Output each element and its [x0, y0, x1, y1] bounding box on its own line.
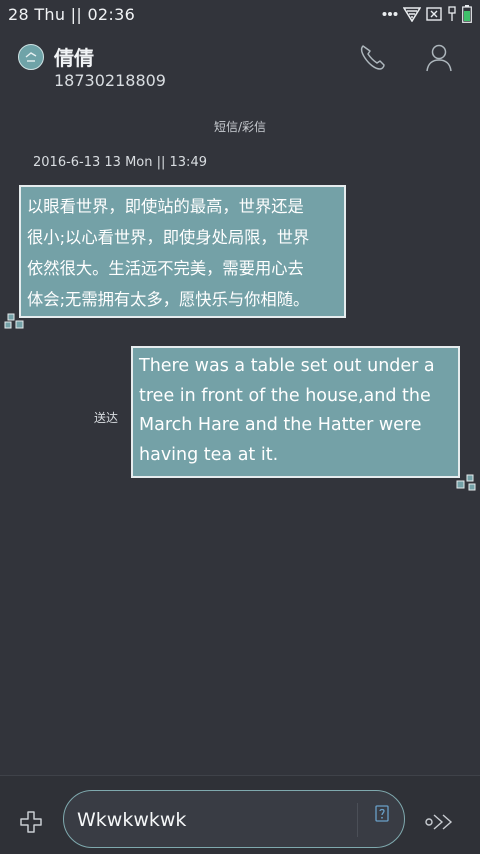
contact-name: 倩倩	[54, 46, 94, 70]
bubble-tail-icon	[4, 313, 24, 329]
bubble-tail-icon	[456, 474, 476, 491]
avatar-icon	[25, 52, 37, 62]
no-sim-icon	[426, 7, 442, 21]
status-bar: 28 Thu || 02:36	[0, 0, 480, 30]
quick-text-icon[interactable]	[375, 805, 389, 822]
add-attachment-icon[interactable]	[19, 810, 43, 834]
message-line: having tea at it.	[139, 444, 279, 465]
status-icons	[382, 5, 472, 23]
outgoing-message-bubble[interactable]: There was a table set out under a tree i…	[131, 346, 460, 478]
contact-avatar[interactable]	[18, 44, 44, 70]
message-line: 以眼看世界，即使站的最高，世界还是	[27, 197, 304, 216]
message-input[interactable]: Wkwkwkwk	[63, 790, 405, 848]
message-line: 依然很大。生活远不完美，需要用心去	[27, 259, 304, 278]
message-line: 体会;无需拥有太多，愿快乐与你相随。	[27, 290, 310, 309]
contact-number: 18730218809	[54, 71, 166, 90]
incoming-message-bubble[interactable]: 以眼看世界，即使站的最高，世界还是 很小;以心看世界，即使身处局限，世界 依然很…	[19, 185, 346, 318]
delivery-status: 送达	[94, 411, 119, 425]
message-date-stamp: 2016-6-13 13 Mon || 13:49	[33, 155, 207, 170]
conversation-type-label: 短信/彩信	[213, 120, 267, 134]
battery-icon	[462, 5, 472, 23]
wifi-icon	[403, 7, 421, 22]
message-line: There was a table set out under a	[139, 356, 435, 376]
usb-icon	[448, 6, 456, 21]
contact-profile-icon[interactable]	[423, 41, 455, 73]
send-icon[interactable]	[424, 812, 456, 832]
status-time: 28 Thu || 02:36	[8, 5, 136, 24]
more-dots-icon	[382, 12, 398, 16]
composer-bar: Wkwkwkwk	[0, 775, 480, 854]
message-line: tree in front of the house,and the	[139, 385, 431, 406]
phone-icon[interactable]	[358, 42, 388, 72]
input-divider	[357, 803, 358, 837]
conversation-header: 倩倩 18730218809	[0, 36, 480, 96]
message-line: March Hare and the Hatter were	[139, 415, 422, 435]
message-line: 很小;以心看世界，即使身处局限，世界	[27, 228, 310, 247]
message-input-text[interactable]: Wkwkwkwk	[77, 809, 186, 831]
